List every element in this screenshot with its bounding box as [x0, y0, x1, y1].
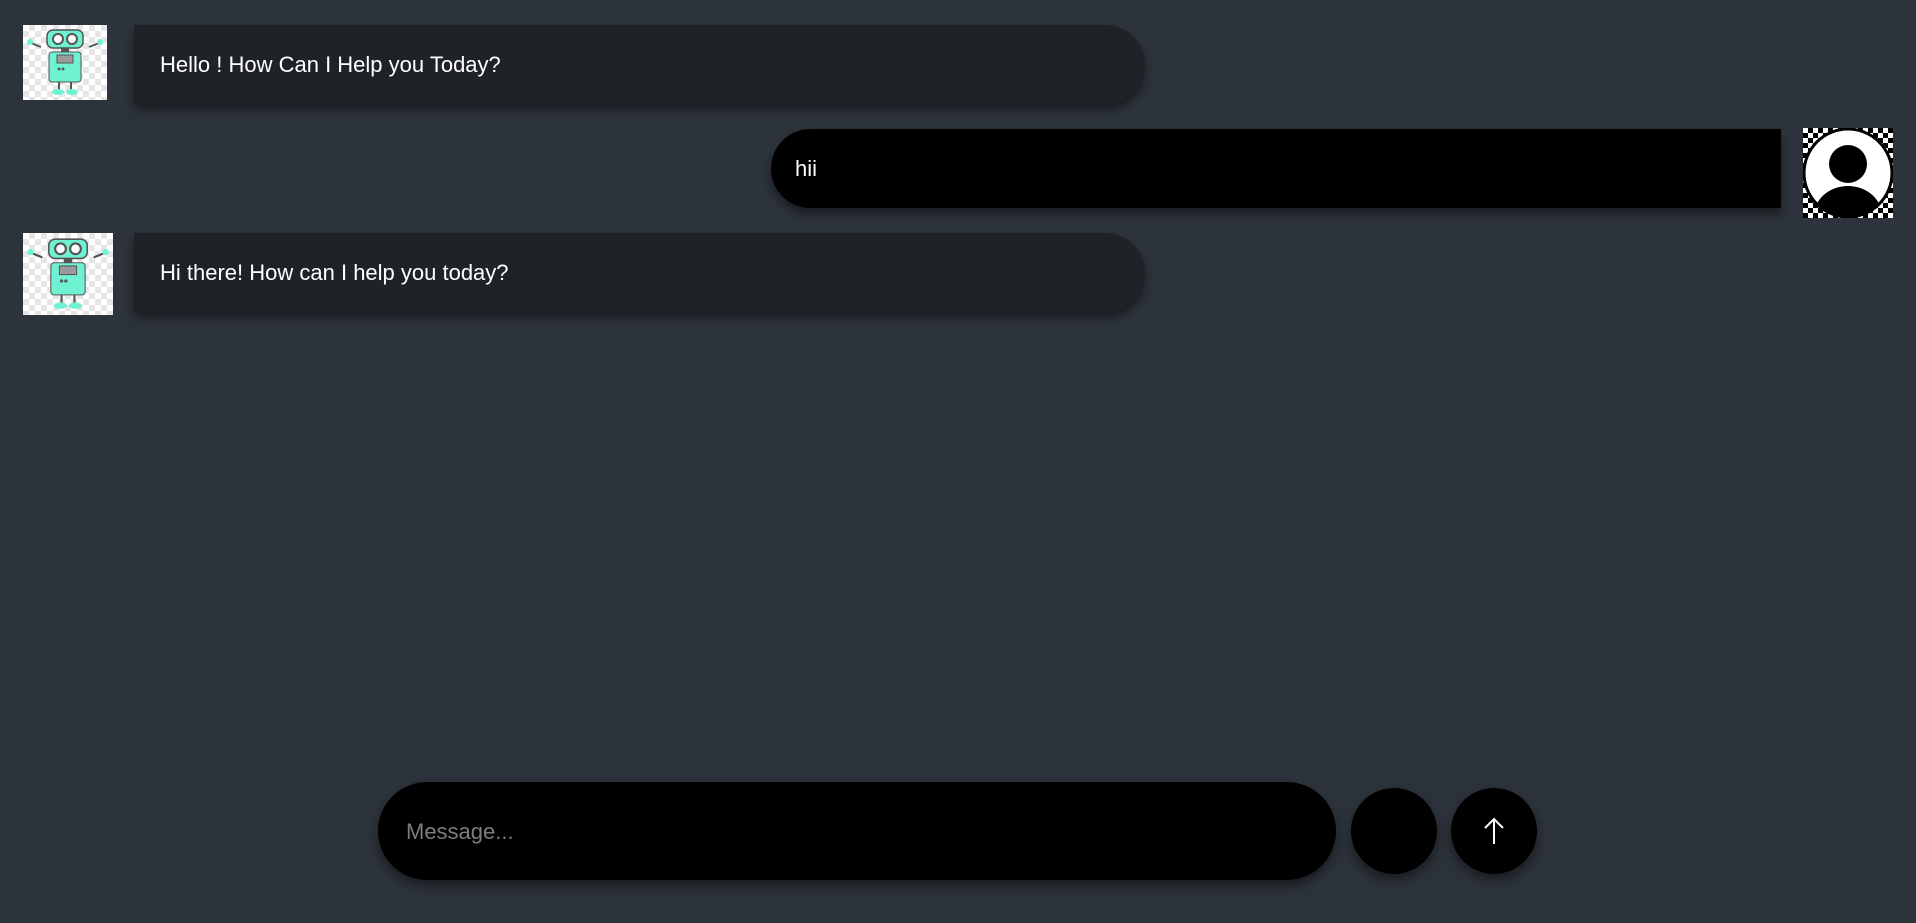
message-input[interactable] — [404, 782, 1308, 882]
message-text: Hello ! How Can I Help you Today? — [160, 51, 501, 77]
message-composer — [378, 782, 1336, 882]
robot-icon — [27, 238, 109, 309]
user-message: hii — [771, 129, 1781, 208]
send-button[interactable] — [1451, 788, 1537, 874]
user-avatar — [1803, 128, 1893, 218]
bot-message: Hello ! How Can I Help you Today? — [134, 25, 1145, 104]
arrow-up-icon — [1484, 817, 1504, 844]
secondary-button[interactable] — [1351, 788, 1437, 874]
user-silhouette-icon — [1803, 128, 1893, 218]
bot-avatar — [23, 233, 113, 315]
robot-icon — [27, 29, 103, 95]
bot-message: Hi there! How can I help you today? — [134, 233, 1145, 312]
bot-avatar — [23, 25, 107, 100]
message-text: Hi there! How can I help you today? — [160, 259, 509, 285]
chat-page: Hello ! How Can I Help you Today? hii Hi… — [0, 0, 1916, 923]
message-text: hii — [795, 155, 818, 181]
